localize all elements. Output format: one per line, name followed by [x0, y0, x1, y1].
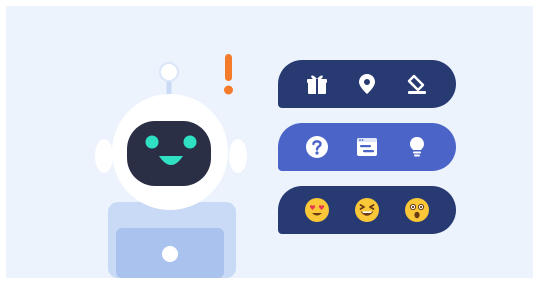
robot-eye-right — [183, 135, 197, 149]
laptop-logo — [162, 246, 178, 262]
eraser-icon — [404, 71, 430, 97]
robot-illustration — [95, 54, 247, 278]
browser-window-icon — [354, 134, 380, 160]
laughing-emoji-icon — [354, 197, 380, 223]
question-icon — [304, 134, 330, 160]
robot-antenna-ball — [159, 62, 179, 82]
heart-eyes-emoji-icon — [304, 197, 330, 223]
lightbulb-icon — [404, 134, 430, 160]
surprised-emoji-icon — [404, 197, 430, 223]
robot-ear-right — [229, 139, 247, 173]
robot-eye-left — [145, 135, 159, 149]
robot-ear-left — [95, 139, 113, 173]
chat-bubble-tools — [278, 60, 456, 108]
location-pin-icon — [354, 71, 380, 97]
illustration-scene — [6, 6, 533, 278]
chat-bubble-help — [278, 123, 456, 171]
chat-bubble-emoji — [278, 186, 456, 234]
gift-icon — [304, 71, 330, 97]
robot-face — [127, 121, 211, 186]
alert-icon — [224, 54, 233, 95]
